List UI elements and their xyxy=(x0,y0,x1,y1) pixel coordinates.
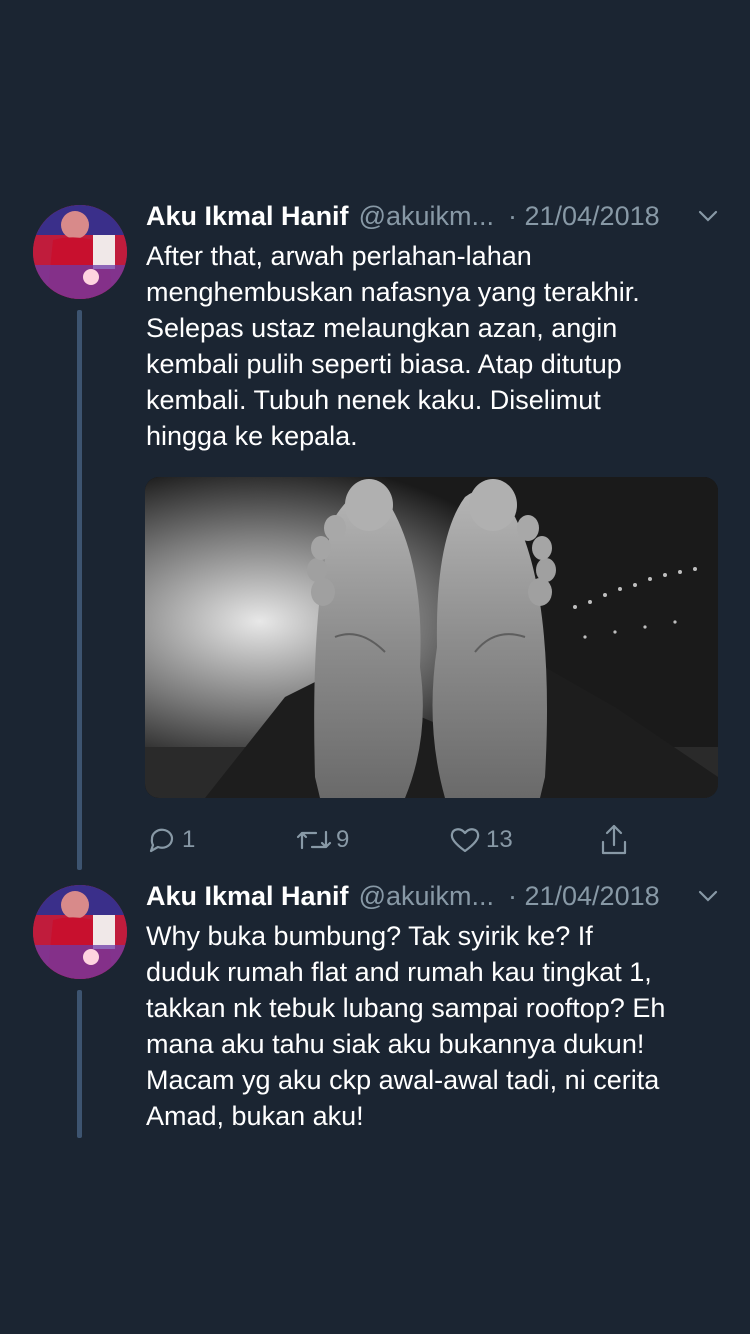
chevron-down-icon[interactable] xyxy=(696,884,720,908)
tweet-text: Why buka bumbung? Tak syirik ke? If dudu… xyxy=(146,921,666,1131)
tweet-header: Aku Ikmal Hanif @akuikm... · 21/04/2018 xyxy=(146,878,726,914)
avatar[interactable] xyxy=(33,885,127,979)
timeline-screen: Aku Ikmal Hanif @akuikm... · 21/04/2018 … xyxy=(0,0,750,1334)
tweet[interactable]: Aku Ikmal Hanif @akuikm... · 21/04/2018 … xyxy=(0,0,750,1334)
display-name[interactable]: Aku Ikmal Hanif xyxy=(146,881,349,912)
tweet-date[interactable]: · 21/04/2018 xyxy=(508,881,660,912)
user-handle[interactable]: @akuikm... xyxy=(359,881,494,912)
thread-line xyxy=(77,990,82,1138)
